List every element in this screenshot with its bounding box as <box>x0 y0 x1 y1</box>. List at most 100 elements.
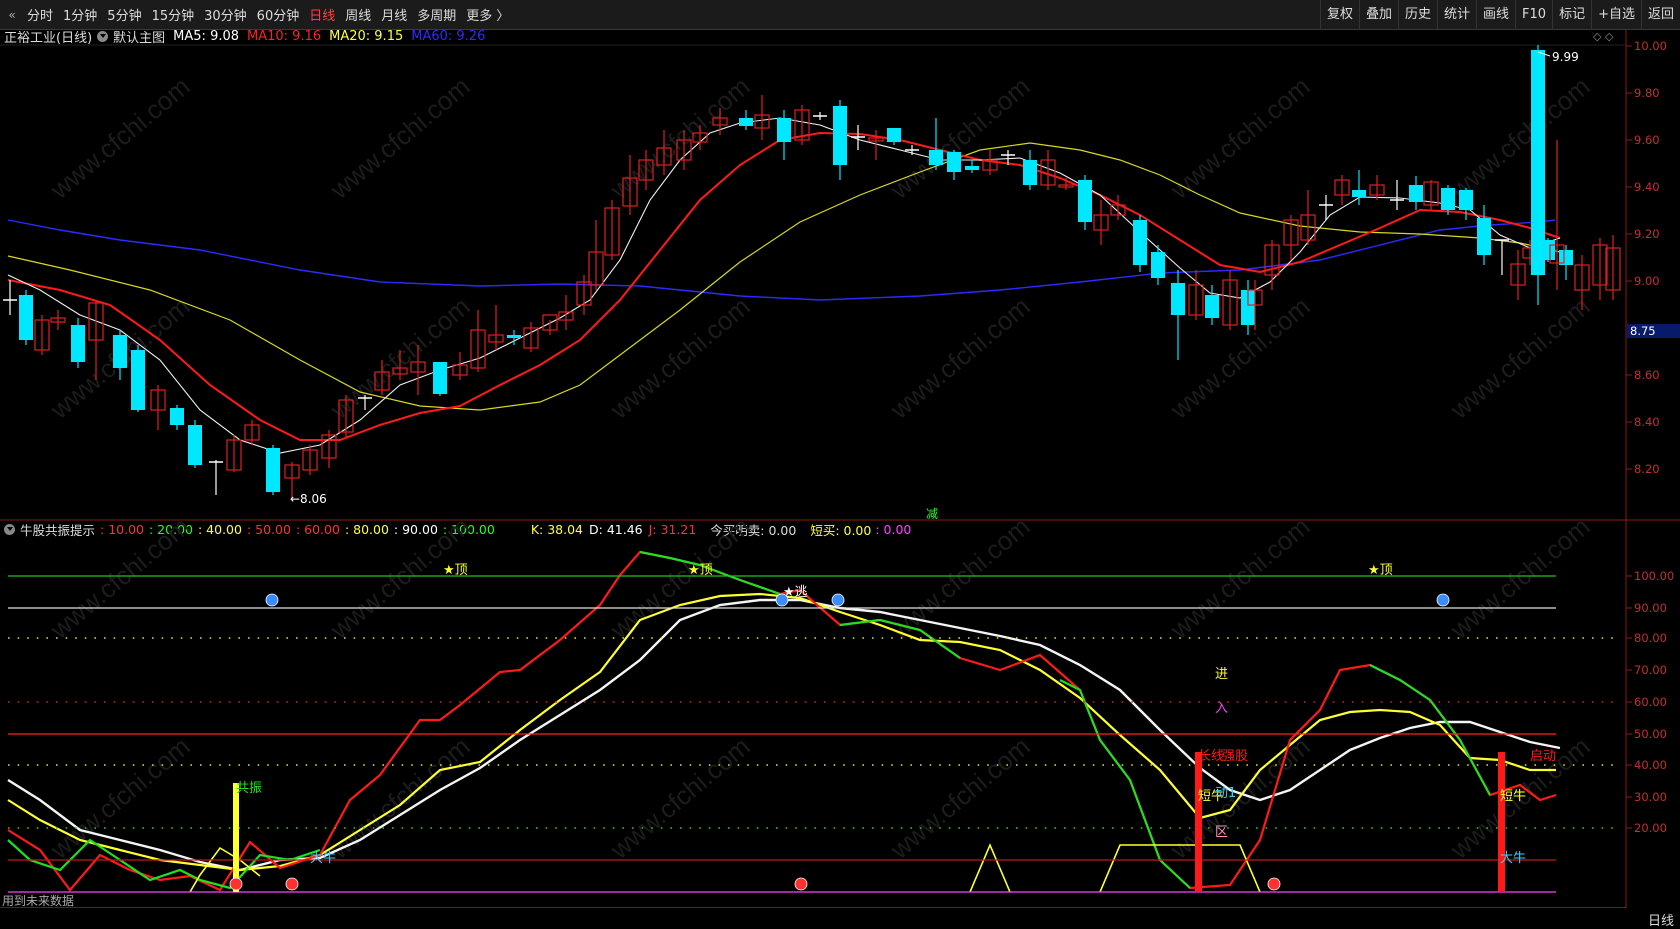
blue-ball-marker <box>1436 593 1450 607</box>
future-data-note: 用到未来数据 <box>2 894 75 908</box>
indicator-axis-label: 80.00 <box>1634 631 1667 645</box>
toolbar-button-2[interactable]: 历史 <box>1397 0 1437 30</box>
watermark-text: www.cfchi.com <box>884 731 1036 865</box>
candle-body <box>1441 188 1455 210</box>
current-price-tag: 8.75 <box>1630 324 1656 338</box>
candle-body <box>1352 190 1366 197</box>
blue-ball-marker <box>265 593 279 607</box>
period-tabs: 分时 1分钟 5分钟 15分钟 30分钟 60分钟 日线 周线 月线 多周期 更多 〉 <box>22 5 514 24</box>
high-label: 9.99 <box>1552 50 1579 64</box>
toolbar-button-0[interactable]: 复权 <box>1319 0 1359 30</box>
watermark-text: www.cfchi.com <box>44 511 196 645</box>
low-label: ←8.06 <box>290 492 327 506</box>
resonance-bar <box>233 783 239 892</box>
toolbar-button-6[interactable]: 标记 <box>1552 0 1591 30</box>
candle-body <box>19 295 33 340</box>
watermark-text: www.cfchi.com <box>1444 511 1596 645</box>
red-ball-marker <box>1267 877 1281 891</box>
period-tab-0[interactable]: 分时 <box>22 5 58 24</box>
blue-ball-marker <box>831 593 845 607</box>
d-line <box>7 598 1561 872</box>
watermark-text: www.cfchi.com <box>44 71 196 205</box>
top-marker-2: ★顶 <box>688 563 713 578</box>
resonance-label: 共振 <box>236 781 262 796</box>
period-tab-4[interactable]: 30分钟 <box>199 5 252 24</box>
watermark-text: www.cfchi.com <box>1444 71 1596 205</box>
candle-body <box>739 118 753 126</box>
launch-label: 启动 <box>1530 749 1556 764</box>
period-tab-8[interactable]: 月线 <box>376 5 412 24</box>
price-axis-label: 9.60 <box>1634 133 1660 147</box>
toolbar-button-3[interactable]: 统计 <box>1437 0 1476 30</box>
ma60-line <box>7 219 1556 301</box>
candle-body <box>1409 185 1423 202</box>
candle-body <box>1078 180 1092 222</box>
indicator-axis-label: 100.00 <box>1634 569 1674 583</box>
period-tab-5[interactable]: 60分钟 <box>252 5 305 24</box>
watermark-text: www.cfchi.com <box>324 71 476 205</box>
candle-body <box>71 325 85 362</box>
short-bull-label-2: 短牛 <box>1500 789 1526 804</box>
candle-body <box>433 362 447 394</box>
toolbar: « 分时 1分钟 5分钟 15分钟 30分钟 60分钟 日线 周线 月线 多周期 更多 〉 复权 叠加… <box>0 0 1680 30</box>
price-axis-label: 9.20 <box>1634 227 1660 241</box>
price-axis-label: 8.20 <box>1634 462 1660 476</box>
toolbar-button-1[interactable]: 叠加 <box>1358 0 1398 30</box>
diamond-icon: ◇ ◇ <box>1593 30 1614 43</box>
ma5-line <box>7 117 1561 454</box>
bull-bar-1 <box>1195 752 1202 892</box>
price-axis-label: 9.40 <box>1634 180 1660 194</box>
daily-tab[interactable]: 日线 <box>1648 910 1674 929</box>
toolbar-button-4[interactable]: 画线 <box>1476 0 1515 30</box>
candlesticks <box>3 45 1621 500</box>
top-marker-1: ★顶 <box>443 563 468 578</box>
candle-body <box>170 408 184 425</box>
red-ball-marker <box>794 877 808 891</box>
candle-body <box>266 448 280 492</box>
watermark-text: www.cfchi.com <box>1444 291 1596 425</box>
candle-body <box>947 152 961 172</box>
right-toolbar: 复权 叠加 历史 统计 画线 F10 标记 +自选 返回 <box>1319 0 1680 30</box>
big-bull-label-2: 大牛 <box>1500 851 1526 866</box>
watermark-text: www.cfchi.com <box>884 511 1036 645</box>
stock-chart[interactable]: www.cfchi.com www.cfchi.com www.cfchi.com w… <box>0 30 1680 908</box>
watermark-text: www.cfchi.com <box>604 71 756 205</box>
reduce-marker: 减 <box>926 507 938 521</box>
candle-body <box>1171 283 1185 315</box>
long-trade-label: 长线 <box>1198 749 1224 764</box>
ma20-line <box>7 142 1561 411</box>
escape-marker: ★逃 <box>783 585 808 600</box>
ma-lines <box>7 117 1561 893</box>
back-arrows-icon[interactable]: « <box>2 5 22 25</box>
toolbar-button-8[interactable]: 返回 <box>1640 0 1680 30</box>
watermark-text: www.cfchi.com <box>1164 71 1316 205</box>
entry-label-jin: 进 <box>1215 667 1228 682</box>
toolbar-button-7[interactable]: +自选 <box>1591 0 1641 30</box>
period-tab-7[interactable]: 周线 <box>340 5 376 24</box>
watermark-text: www.cfchi.com <box>604 731 756 865</box>
candle-body <box>1459 190 1473 210</box>
price-axis-label: 9.80 <box>1634 86 1660 100</box>
period-tab-3[interactable]: 15分钟 <box>147 5 200 24</box>
indicator-axis-label: 20.00 <box>1634 821 1667 835</box>
launch-1-label: 动1 <box>1215 786 1236 801</box>
price-axis-label: 8.60 <box>1634 368 1660 382</box>
indicator-axis-label: 50.00 <box>1634 727 1667 741</box>
candle-body <box>887 128 901 142</box>
watermark-text: www.cfchi.com <box>884 291 1036 425</box>
red-ball-marker <box>229 877 243 891</box>
period-tab-2[interactable]: 5分钟 <box>102 5 146 24</box>
entry-label-qu: 区 <box>1215 825 1228 840</box>
red-ball-marker <box>285 877 299 891</box>
period-tab-10[interactable]: 更多 〉 <box>461 5 514 24</box>
indicator-axis-label: 60.00 <box>1634 695 1667 709</box>
toolbar-button-5[interactable]: F10 <box>1515 0 1552 30</box>
strong-stock-label: 强股 <box>1222 749 1248 764</box>
ma10-line <box>7 131 1561 441</box>
bull-bar-2 <box>1498 752 1505 892</box>
price-axis-label: 9.00 <box>1634 274 1660 288</box>
period-tab-1[interactable]: 1分钟 <box>58 5 102 24</box>
period-tab-6[interactable]: 日线 <box>304 5 340 24</box>
j-line-green <box>1369 664 1491 796</box>
period-tab-9[interactable]: 多周期 <box>412 5 461 24</box>
